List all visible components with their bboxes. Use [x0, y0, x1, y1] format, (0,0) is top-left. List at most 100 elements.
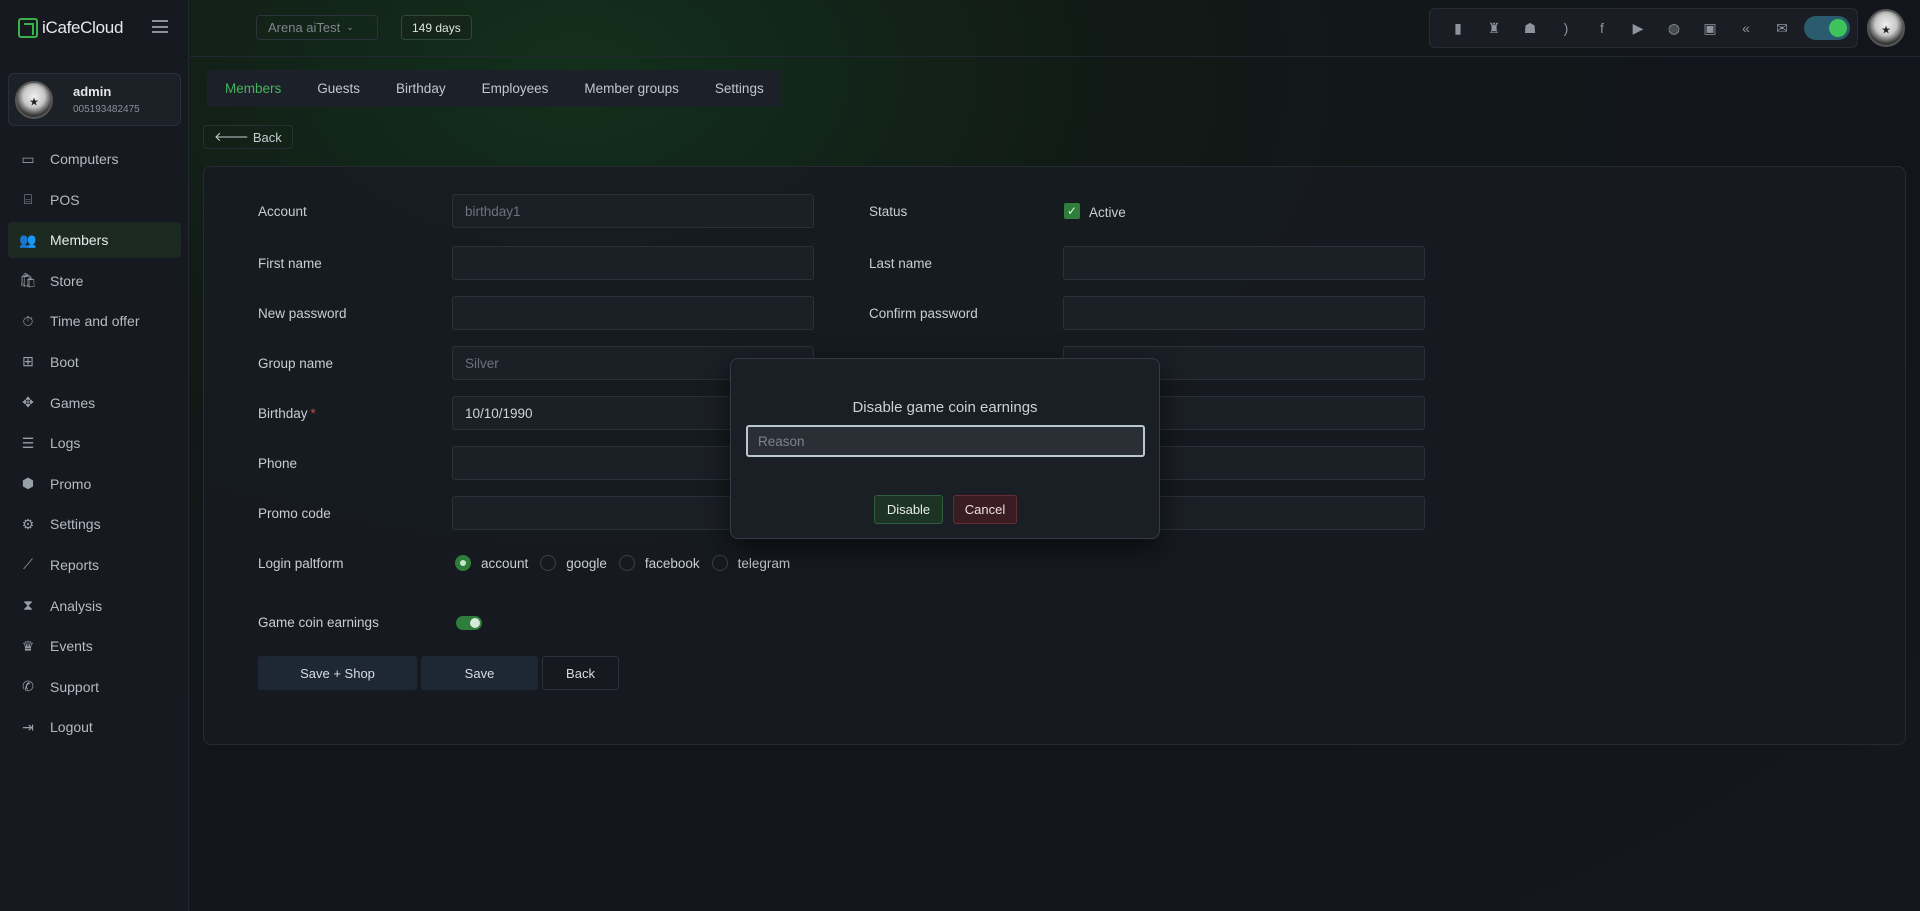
sidebar-item-label: Support [50, 678, 100, 695]
status-toggle[interactable] [1804, 16, 1850, 40]
tab-employees[interactable]: Employees [464, 70, 567, 107]
radio-account[interactable] [455, 555, 471, 571]
globe-icon[interactable]: ◍ [1656, 16, 1692, 40]
users-icon: 👥 [19, 231, 37, 248]
radio-label-telegram: telegram [737, 555, 791, 571]
user-avatar-button[interactable] [1867, 9, 1905, 47]
tab-birthday[interactable]: Birthday [378, 70, 464, 107]
cancel-button[interactable]: Cancel [953, 495, 1017, 524]
branch-select-value: Arena aiTest [268, 20, 341, 35]
quick-links-tray: ▮ ♜ ☗) f ▶ ◍ ▣ «✉ [1429, 8, 1858, 48]
facebook-icon[interactable]: f [1584, 16, 1620, 40]
birthday-label: Birthday * [258, 406, 316, 421]
sidebar-item-label: Boot [50, 353, 79, 370]
topbar: Arena aiTest ⌄ 149 days ▮ ♜ ☗) f ▶ ◍ ▣ «✉ [190, 0, 1920, 57]
sidebar-item-settings[interactable]: ⚙ Settings [8, 506, 181, 542]
dialog-title: Disable game coin earnings [852, 399, 1038, 416]
sidebar-item-logout[interactable]: ⇥ Logout [8, 709, 181, 745]
back-button[interactable]: 🡐 Back [203, 125, 293, 149]
double-chevron-icon[interactable]: « [1728, 16, 1764, 40]
disable-button[interactable]: Disable [874, 495, 943, 524]
sidebar-item-store[interactable]: 🛍 Store [8, 263, 181, 299]
mail-icon[interactable]: ✉ [1764, 16, 1800, 40]
form-back-button[interactable]: Back [542, 656, 619, 690]
sidebar-item-computers[interactable]: ▭ Computers [8, 141, 181, 177]
first-name-input[interactable] [452, 246, 814, 280]
line-chart-icon: ⟋ [23, 556, 33, 573]
rss-icon[interactable]: ) [1548, 16, 1584, 40]
list-icon: ☰ [21, 434, 35, 451]
app-logo[interactable]: iCafeCloud [18, 18, 123, 38]
sidebar-item-label: POS [50, 191, 80, 208]
back-button-label: Back [252, 129, 282, 145]
youtube-icon[interactable]: ▶ [1620, 16, 1656, 40]
reason-input[interactable]: Reason [746, 425, 1145, 457]
monitor-icon: ▭ [21, 150, 35, 167]
confirm-password-label: Confirm password [869, 306, 978, 321]
sidebar-item-events[interactable]: ♛ Events [8, 628, 181, 664]
radio-google[interactable] [540, 555, 557, 571]
account-input[interactable]: birthday1 [452, 194, 814, 228]
icafecloud-logo-icon [18, 18, 38, 38]
tag-icon: ⬢ [21, 475, 35, 492]
last-name-label: Last name [869, 256, 933, 271]
sidebar-item-logs[interactable]: ☰ Logs [8, 425, 181, 461]
radio-facebook[interactable] [618, 555, 635, 571]
status-checkbox[interactable]: ✓ [1064, 203, 1080, 219]
sidebar-item-reports[interactable]: ⟋ Reports [8, 547, 181, 583]
save-button[interactable]: Save [421, 656, 538, 690]
game-coin-toggle[interactable] [456, 616, 482, 630]
radio-label-google: google [566, 555, 607, 571]
arrow-left-icon: 🡐 [214, 129, 249, 144]
trophy-icon[interactable]: ♜ [1476, 16, 1512, 40]
promo-code-label: Promo code [258, 506, 331, 521]
sidebar-item-label: Logs [50, 435, 81, 452]
confirm-password-input[interactable] [1063, 296, 1425, 330]
account-label: Account [258, 204, 307, 219]
group-name-label: Group name [258, 356, 334, 371]
radio-telegram[interactable] [711, 555, 728, 571]
group-icon[interactable]: ☗ [1512, 16, 1548, 40]
sidebar-nav: ▭ Computers ⌸ POS 👥 Members 🛍 Store ⏱ Time and of… [8, 141, 181, 750]
sidebar-item-boot[interactable]: ⊞ Boot [8, 344, 181, 380]
login-platform-label: Login paltform [258, 556, 344, 571]
sidebar-item-label: Reports [50, 556, 100, 573]
status-label: Status [869, 204, 908, 219]
profile-card[interactable]: admin 005193482475 [8, 73, 181, 126]
status-value: Active [1089, 205, 1126, 220]
sidebar-item-members[interactable]: 👥 Members [8, 222, 181, 259]
sidebar-item-time-and-offer[interactable]: ⏱ Time and offer [8, 303, 181, 339]
sidebar-item-support[interactable]: ✆ Support [8, 669, 181, 705]
sidebar-item-label: Computers [50, 151, 119, 167]
last-name-input[interactable] [1063, 246, 1425, 280]
tab-members[interactable]: Members [207, 70, 299, 107]
tab-guests[interactable]: Guests [299, 70, 378, 107]
required-asterisk: * [310, 406, 316, 421]
menu-toggle-icon[interactable] [152, 20, 168, 33]
icafe-icon[interactable]: ▣ [1692, 16, 1728, 40]
sidebar-item-promo[interactable]: ⬢ Promo [8, 466, 181, 502]
members-tabs: Members Guests Birthday Employees Member gro… [207, 70, 782, 107]
branch-select[interactable]: Arena aiTest ⌄ [256, 15, 378, 40]
avatar [15, 81, 53, 119]
profile-name: admin [73, 84, 112, 99]
sidebar-item-analysis[interactable]: ⧗ Analysis [8, 588, 181, 624]
ranking-icon[interactable]: ▮ [1440, 16, 1476, 40]
sidebar-item-label: Logout [50, 719, 93, 736]
first-name-label: First name [258, 256, 322, 271]
sidebar-item-label: Time and offer [50, 313, 140, 330]
sidebar-item-label: Store [50, 272, 84, 289]
save-shop-button[interactable]: Save + Shop [258, 656, 417, 690]
shopping-bag-icon: 🛍 [19, 272, 37, 289]
new-password-input[interactable] [452, 296, 814, 330]
sidebar-item-games[interactable]: ✥ Games [8, 385, 181, 421]
radio-label-facebook: facebook [644, 555, 700, 571]
tab-settings[interactable]: Settings [697, 70, 782, 107]
cash-register-icon: ⌸ [23, 191, 33, 208]
tab-member-groups[interactable]: Member groups [566, 70, 697, 107]
stopwatch-icon: ⏱ [22, 312, 34, 329]
disable-game-coin-dialog: Disable game coin earnings Reason Disabl… [730, 358, 1160, 539]
radio-label-account: account [481, 555, 529, 571]
license-days-badge: 149 days [401, 15, 472, 40]
sidebar-item-pos[interactable]: ⌸ POS [8, 182, 181, 218]
